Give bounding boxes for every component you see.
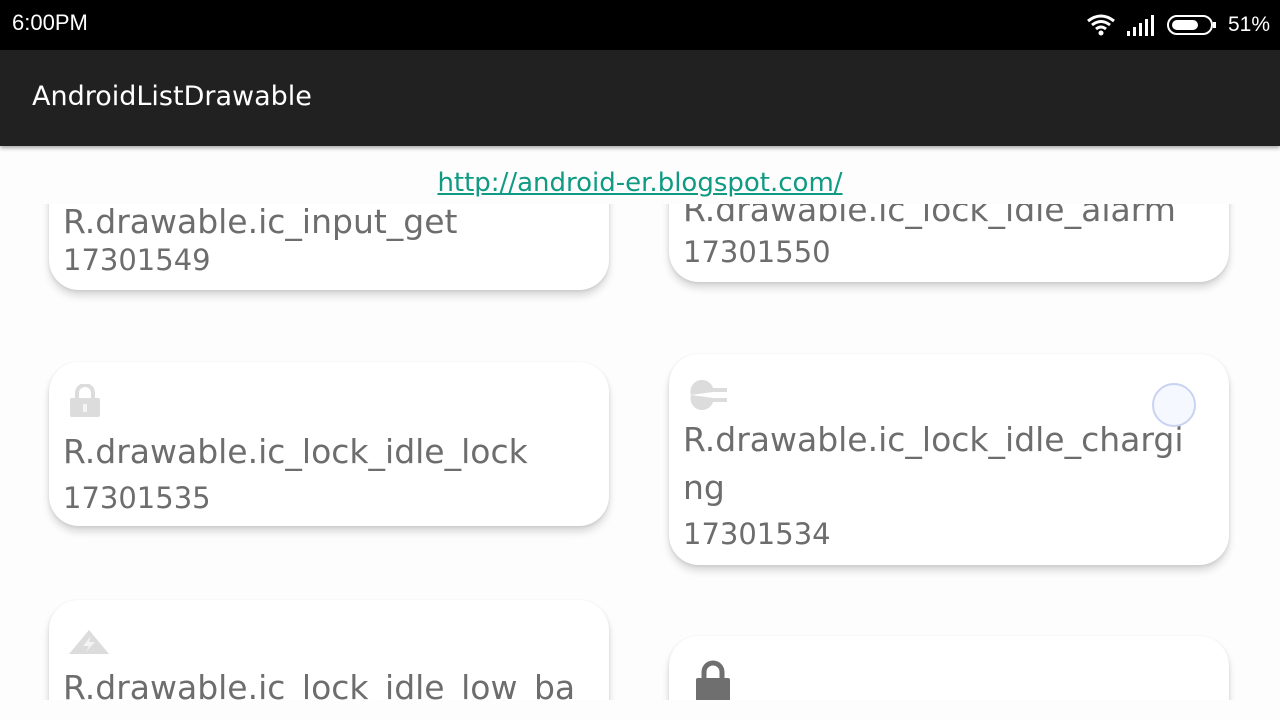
item-name: R.drawable.ic_lock_idle_charging <box>683 420 1184 507</box>
item-id: 17301534 <box>683 517 831 551</box>
padlock-icon <box>67 383 103 422</box>
list-item[interactable]: R.drawable.ic_lock_idle_charging 1730153… <box>669 354 1229 565</box>
battery-icon <box>1166 13 1218 37</box>
low-battery-icon <box>67 628 111 660</box>
item-id: 17301549 <box>63 243 211 277</box>
item-id: 17301535 <box>63 481 211 515</box>
list-item[interactable]: R.drawable.ic_lock_idle_low_ba <box>49 600 609 700</box>
app-title: AndroidListDrawable <box>32 81 312 112</box>
item-name: R.drawable.ic_lock_idle_lock <box>63 432 528 471</box>
content-area: http://android-er.blogspot.com/ R.drawab… <box>0 146 1280 720</box>
status-time: 6:00PM <box>12 10 88 35</box>
drawable-grid[interactable]: R.drawable.ic_input_get 17301549 R.drawa… <box>0 204 1280 700</box>
padlock-icon <box>693 660 733 700</box>
list-item[interactable] <box>669 636 1229 700</box>
app-bar: AndroidListDrawable <box>0 50 1280 146</box>
plug-icon <box>687 379 733 414</box>
item-id: 17301550 <box>683 235 831 269</box>
signal-icon <box>1126 13 1156 37</box>
list-item[interactable]: R.drawable.ic_lock_idle_alarm 17301550 <box>669 204 1229 282</box>
wifi-icon <box>1086 13 1116 37</box>
item-name: R.drawable.ic_lock_idle_alarm <box>683 204 1176 229</box>
list-item[interactable]: R.drawable.ic_lock_idle_lock 17301535 <box>49 362 609 526</box>
touch-indicator <box>1152 383 1196 427</box>
battery-percent: 51% <box>1227 13 1270 36</box>
blog-link[interactable]: http://android-er.blogspot.com/ <box>0 168 1280 198</box>
status-bar: 6:00PM 51% <box>0 0 1280 50</box>
item-name: R.drawable.ic_lock_idle_low_ba <box>63 668 576 700</box>
status-icons: 51% <box>1086 10 1270 40</box>
list-item[interactable]: R.drawable.ic_input_get 17301549 <box>49 204 609 290</box>
